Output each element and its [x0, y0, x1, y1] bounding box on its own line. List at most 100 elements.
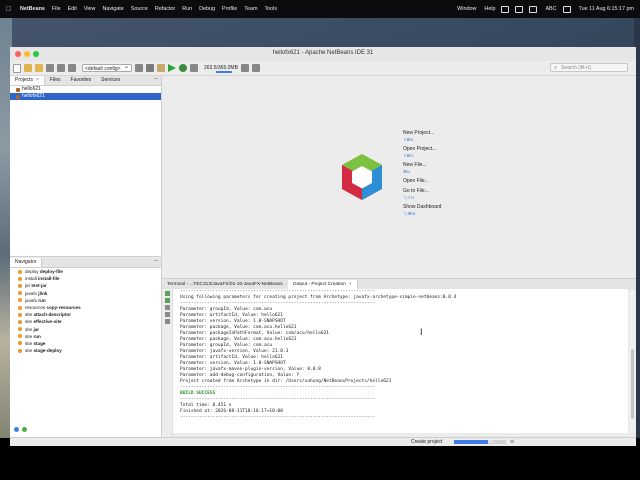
menu-app-name[interactable]: NetBeans	[20, 6, 45, 12]
goal-name: jlink	[38, 290, 48, 296]
profile-ide-icon[interactable]	[251, 64, 260, 72]
open-project-icon[interactable]	[35, 64, 43, 72]
goal-name: run	[33, 333, 41, 339]
tab-projects[interactable]: Projects ×	[10, 76, 45, 85]
menubar-clock[interactable]: Tue 11 Aug 6:15:17 pm	[579, 6, 634, 12]
search-placeholder: Search (⌘+I)	[561, 65, 591, 71]
console-scrollbar[interactable]	[630, 289, 635, 433]
wifi-icon[interactable]	[529, 5, 538, 13]
navigator-item[interactable]: jar test-jar	[10, 282, 161, 289]
debug-icon[interactable]	[179, 64, 187, 72]
menu-help[interactable]: Help	[484, 6, 495, 12]
goal-icon	[18, 291, 22, 296]
menu-refactor[interactable]: Refactor	[155, 6, 175, 12]
save-all-icon[interactable]	[46, 64, 54, 72]
goal-icon	[18, 283, 22, 288]
menu-window[interactable]: Window	[457, 6, 476, 12]
navigator-item[interactable]: site effective-site	[10, 318, 161, 325]
navigator-item[interactable]: resources copy-resources	[10, 304, 161, 311]
tab-files[interactable]: Files	[45, 76, 66, 85]
minimize-panel-icon[interactable]: –	[155, 258, 158, 264]
navigator-item[interactable]: deploy deploy-file	[10, 268, 161, 275]
status-bar: Create project 0% ⊗	[10, 437, 636, 446]
project-item-hellofx621[interactable]: hellofx621	[10, 93, 161, 100]
navigator-item[interactable]: site stage-deploy	[10, 347, 161, 354]
redo-icon[interactable]	[68, 64, 76, 72]
new-file-icon[interactable]	[13, 63, 21, 73]
rerun-goals-icon[interactable]	[164, 298, 170, 303]
window-title: hellofx621 - Apache NetBeans IDE 31	[272, 50, 374, 56]
menu-tools[interactable]: Tools	[264, 6, 277, 12]
apple-icon[interactable]: 	[6, 6, 16, 13]
tab-terminal[interactable]: Terminal - ...TEC313/JavaFX/01-10-JavaFX…	[162, 280, 288, 289]
search-input[interactable]: ⌕ Search (⌘+I)	[550, 63, 628, 72]
open-file-link[interactable]: Open File...	[403, 178, 441, 184]
scrollbar-thumb[interactable]	[631, 349, 634, 419]
clear-icon[interactable]	[164, 319, 170, 324]
tab-output[interactable]: Output - Project Creation ×	[287, 279, 358, 289]
console-line: ----------------------------------------…	[180, 415, 376, 420]
goal-name: test-jar	[31, 283, 47, 289]
menu-debug[interactable]: Debug	[199, 6, 215, 12]
settings-icon[interactable]	[164, 312, 170, 317]
clean-build-icon[interactable]	[157, 64, 165, 72]
java-project-icon	[16, 87, 20, 92]
navigator-item[interactable]: install install-file	[10, 275, 161, 282]
undo-icon[interactable]	[57, 64, 65, 72]
memory-indicator[interactable]: 263.5/365.0MB	[204, 65, 238, 73]
goal-icon	[18, 341, 22, 346]
tab-services[interactable]: Services	[96, 76, 125, 85]
navigator-item[interactable]: javafx run	[10, 297, 161, 304]
navigator-item[interactable]: site attach-descriptor	[10, 311, 161, 318]
projects-tabs: Projects × Files Favorites Services –	[10, 76, 161, 86]
output-console[interactable]: ----------------------------------------…	[173, 289, 628, 433]
menu-team[interactable]: Team	[244, 6, 257, 12]
filter-icon[interactable]	[22, 427, 27, 432]
goal-name: deploy-file	[39, 269, 63, 274]
goal-phase: resources	[25, 304, 46, 310]
new-project-link[interactable]: New Project... ⇧⌘N	[403, 130, 441, 142]
help-icon[interactable]	[14, 427, 19, 432]
control-center-icon[interactable]	[562, 5, 571, 13]
menu-file[interactable]: File	[52, 6, 61, 12]
rerun-icon[interactable]	[164, 291, 170, 296]
search-icon: ⌕	[554, 65, 558, 71]
menu-view[interactable]: View	[84, 6, 96, 12]
menu-navigate[interactable]: Navigate	[102, 6, 123, 12]
config-settings-icon[interactable]	[135, 64, 143, 72]
navigator-item[interactable]: javafx jlink	[10, 290, 161, 297]
menu-source[interactable]: Source	[131, 6, 148, 12]
navigator-item[interactable]: site jar	[10, 326, 161, 333]
navigator-item[interactable]: site stage	[10, 340, 161, 347]
display-icon[interactable]	[501, 5, 510, 13]
project-item-label: hellofx621	[22, 93, 45, 99]
run-icon[interactable]	[168, 64, 176, 72]
menu-edit[interactable]: Edit	[68, 6, 77, 12]
tab-favorites[interactable]: Favorites	[66, 76, 97, 85]
cancel-task-icon[interactable]: ⊗	[510, 438, 514, 446]
close-icon[interactable]: ×	[349, 282, 352, 287]
menu-profile[interactable]: Profile	[222, 6, 237, 12]
gc-icon[interactable]	[240, 64, 249, 72]
new-file-link[interactable]: New File... ⌘N	[403, 162, 441, 174]
project-item-hello621[interactable]: hello621	[10, 86, 161, 93]
show-dashboard-link[interactable]: Show Dashboard ⌥⌘W	[403, 204, 441, 216]
minimize-panel-icon[interactable]: –	[155, 76, 158, 82]
new-project-icon[interactable]	[24, 64, 32, 72]
profile-icon[interactable]	[190, 64, 198, 72]
goal-phase: install	[25, 276, 37, 282]
goal-name: attach-descriptor	[33, 312, 71, 318]
open-project-link[interactable]: Open Project... ⇧⌘O	[403, 146, 441, 158]
menu-run[interactable]: Run	[182, 6, 192, 12]
tab-navigator[interactable]: Navigator	[10, 258, 43, 267]
input-source-label[interactable]: ABC	[545, 6, 556, 12]
navigator-item[interactable]: site run	[10, 333, 161, 340]
build-icon[interactable]	[146, 64, 154, 72]
close-icon[interactable]: ×	[36, 77, 39, 83]
stop-icon[interactable]	[164, 305, 170, 310]
goal-name: install-file	[38, 276, 60, 282]
configuration-select[interactable]: <default config>	[82, 63, 132, 72]
battery-icon[interactable]	[515, 5, 524, 13]
go-to-file-link[interactable]: Go to File... ⌥⇧O	[403, 188, 441, 200]
goal-name: stage-deploy	[33, 348, 62, 354]
